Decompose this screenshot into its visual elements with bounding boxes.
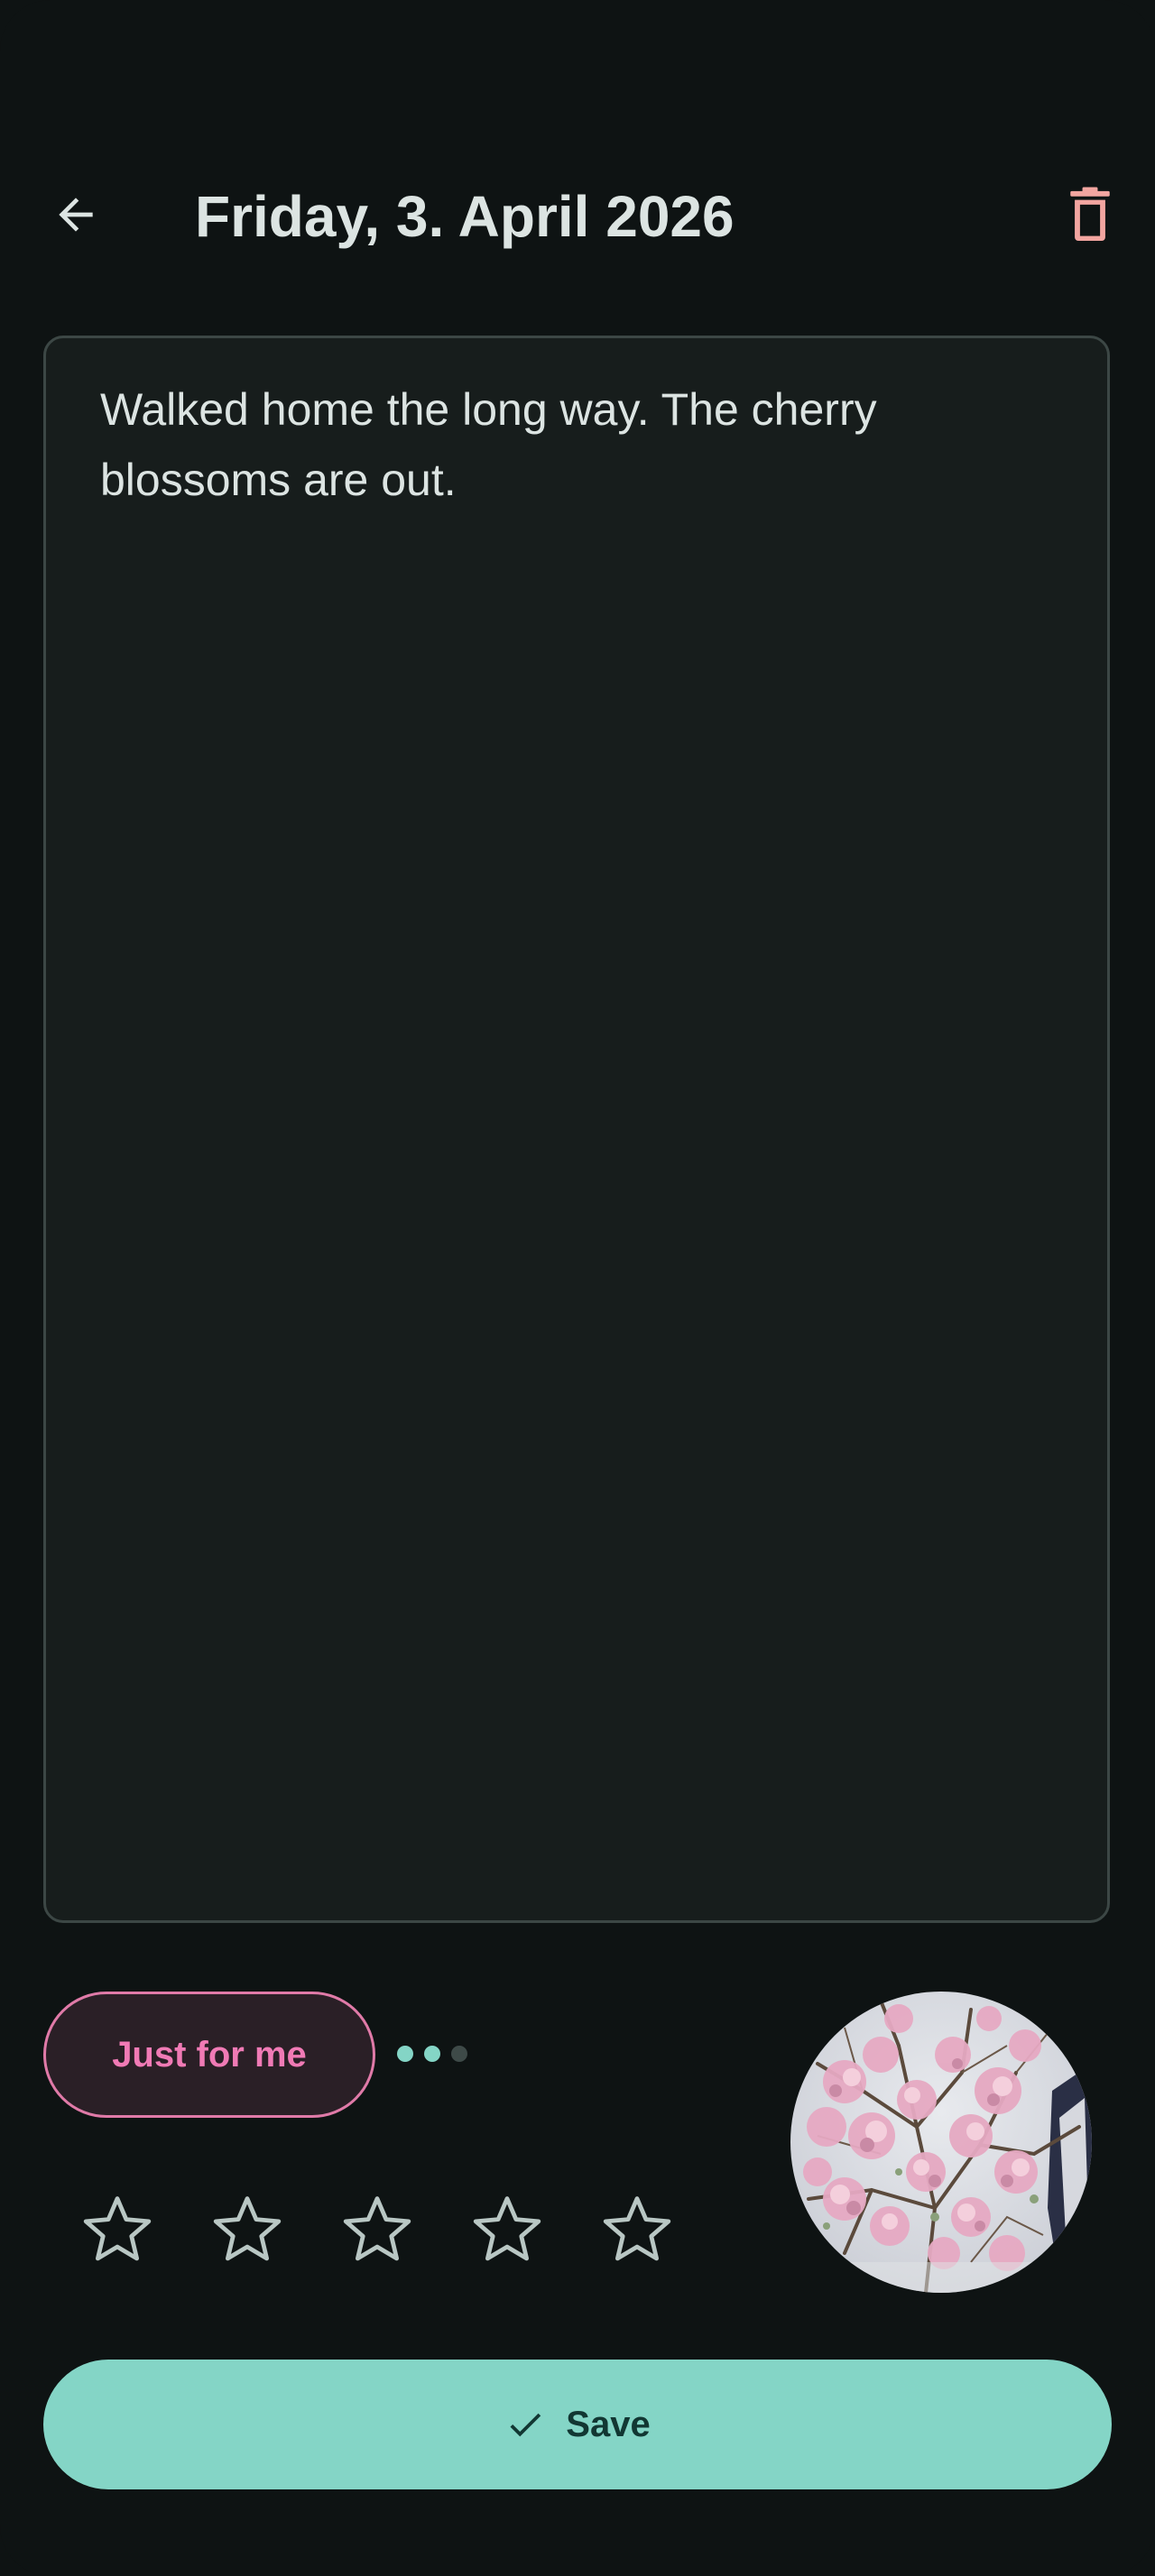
page-dot-1 bbox=[397, 2046, 413, 2062]
star-outline-icon bbox=[83, 2196, 152, 2261]
back-button[interactable] bbox=[32, 171, 119, 258]
star-1[interactable] bbox=[63, 2185, 171, 2275]
top-app-bar: Friday, 3. April 2026 bbox=[0, 144, 1155, 289]
star-rating bbox=[63, 2185, 691, 2275]
visibility-chip[interactable]: Just for me bbox=[43, 1992, 375, 2118]
page-dot-2 bbox=[424, 2046, 440, 2062]
star-outline-icon bbox=[603, 2196, 671, 2261]
page-title: Friday, 3. April 2026 bbox=[195, 184, 735, 249]
star-outline-icon bbox=[213, 2196, 282, 2261]
cherry-blossom-photo[interactable] bbox=[790, 1992, 1092, 2293]
star-3[interactable] bbox=[323, 2185, 431, 2275]
entry-text-field[interactable]: Walked home the long way. The cherry blo… bbox=[43, 336, 1110, 1923]
star-outline-icon bbox=[473, 2196, 541, 2261]
star-5[interactable] bbox=[583, 2185, 691, 2275]
star-4[interactable] bbox=[453, 2185, 561, 2275]
photo-image bbox=[790, 1992, 1092, 2293]
save-button-label: Save bbox=[566, 2404, 651, 2444]
star-outline-icon bbox=[343, 2196, 411, 2261]
check-icon bbox=[510, 2413, 541, 2437]
page-dot-3 bbox=[451, 2046, 467, 2062]
save-button[interactable]: Save bbox=[43, 2360, 1112, 2489]
page-indicator bbox=[397, 2046, 467, 2062]
entry-text[interactable]: Walked home the long way. The cherry blo… bbox=[100, 374, 1057, 515]
delete-button[interactable] bbox=[1047, 171, 1133, 258]
star-2[interactable] bbox=[193, 2185, 301, 2275]
diary-entry-screen: Friday, 3. April 2026 Walked home the lo… bbox=[0, 0, 1155, 2576]
trash-icon bbox=[1070, 187, 1110, 241]
arrow-back-icon bbox=[59, 198, 93, 232]
